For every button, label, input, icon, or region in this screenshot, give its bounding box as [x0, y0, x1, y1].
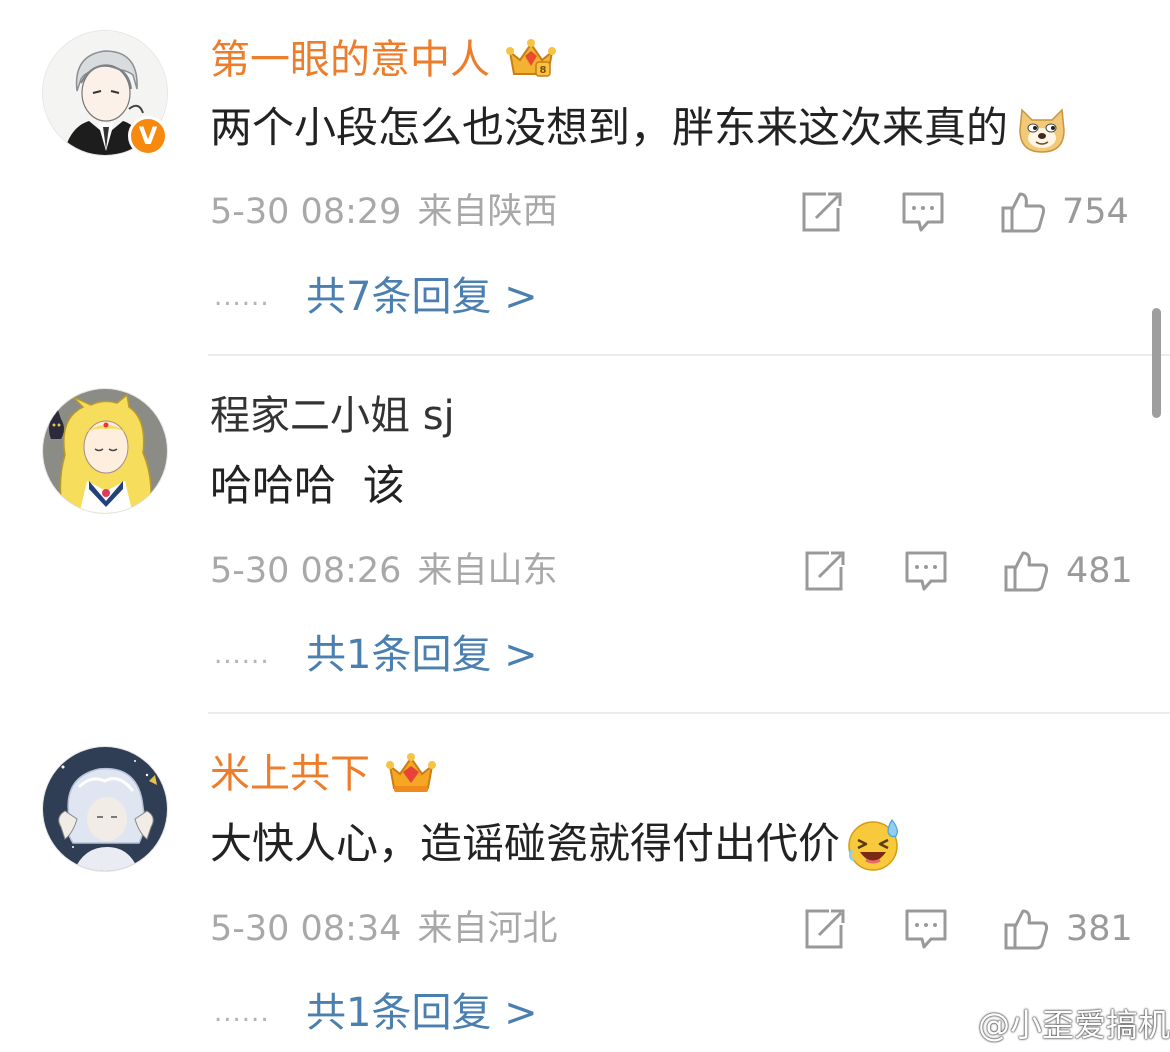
comment-icon[interactable]	[903, 549, 949, 593]
crown-badge-icon	[384, 752, 438, 796]
comment-actions: 381	[790, 905, 1135, 953]
comment-meta: 5-30 08:26 来自山东	[210, 547, 557, 595]
share-icon[interactable]	[798, 190, 844, 234]
share-icon[interactable]	[801, 549, 847, 593]
like-icon[interactable]	[1000, 190, 1046, 234]
comment-item: 程家二小姐 sj 哈哈哈 该 5-30 08:26 来自山东 481 .....…	[0, 358, 1170, 714]
username[interactable]: 程家二小姐 sj	[210, 390, 455, 442]
comment-text: 哈哈哈 该	[210, 456, 405, 516]
comment-text-content: 两个小段怎么也没想到，胖东来这次来真的	[210, 103, 1009, 152]
comment-icon[interactable]	[903, 907, 949, 951]
username-row: 米上共下	[210, 748, 438, 800]
avatar[interactable]	[42, 746, 168, 872]
comment-item: V 第一眼的意中人 8 两个小段怎么也没想到，胖东来这次来真的 5-30 08:…	[0, 0, 1170, 356]
comment-location: 来自山东	[417, 551, 558, 591]
comment-icon[interactable]	[900, 190, 946, 234]
like-count: 754	[1062, 192, 1129, 232]
divider	[208, 712, 1170, 714]
laughing-sweat-emoji-icon	[846, 816, 902, 872]
replies-row: ...... 共7条回复 >	[214, 272, 538, 322]
comment-date: 5-30 08:29	[210, 192, 402, 232]
comment-text: 大快人心，造谣碰瓷就得付出代价	[210, 814, 902, 874]
comment-text-content: 哈哈哈 该	[210, 461, 405, 510]
comment-meta: 5-30 08:29 来自陕西	[210, 188, 557, 236]
comment-meta: 5-30 08:34 来自河北	[210, 905, 557, 953]
crown-badge-icon: 8	[504, 38, 558, 82]
username[interactable]: 米上共下	[210, 748, 370, 800]
replies-row: ...... 共1条回复 >	[214, 630, 538, 680]
comment-location: 来自陕西	[417, 192, 558, 232]
share-icon[interactable]	[801, 907, 847, 951]
comment-date: 5-30 08:26	[210, 551, 402, 591]
view-replies-link[interactable]: 共7条回复 >	[306, 272, 538, 322]
like-icon[interactable]	[1003, 907, 1049, 951]
reply-dots: ......	[214, 282, 270, 312]
doge-emoji-icon	[1014, 100, 1070, 156]
weibo-watermark: @小歪爱搞机	[930, 1000, 1170, 1046]
svg-text:8: 8	[540, 65, 547, 76]
avatar[interactable]	[42, 388, 168, 514]
comment-text: 两个小段怎么也没想到，胖东来这次来真的	[210, 98, 1070, 158]
weibo-logo-icon	[932, 1007, 972, 1041]
comment-list-page: V 第一眼的意中人 8 两个小段怎么也没想到，胖东来这次来真的 5-30 08:…	[0, 0, 1170, 1052]
scrollbar[interactable]	[1152, 308, 1161, 418]
username[interactable]: 第一眼的意中人	[210, 34, 490, 86]
comment-text-content: 大快人心，造谣碰瓷就得付出代价	[210, 819, 841, 868]
replies-row: ...... 共1条回复 >	[214, 988, 538, 1038]
comment-actions: 754	[790, 188, 1135, 236]
username-row: 程家二小姐 sj	[210, 390, 455, 442]
comment-actions: 481	[790, 547, 1135, 595]
comment-date: 5-30 08:34	[210, 909, 402, 949]
like-count: 481	[1066, 551, 1133, 591]
watermark-text: @小歪爱搞机	[978, 1006, 1170, 1044]
view-replies-link[interactable]: 共1条回复 >	[306, 988, 538, 1038]
like-count: 381	[1066, 909, 1133, 949]
avatar-image	[42, 388, 168, 514]
view-replies-link[interactable]: 共1条回复 >	[306, 630, 538, 680]
like-icon[interactable]	[1003, 549, 1049, 593]
reply-dots: ......	[214, 998, 270, 1028]
divider	[208, 354, 1170, 356]
verified-badge-icon: V	[128, 116, 168, 156]
comment-location: 来自河北	[417, 909, 558, 949]
username-row: 第一眼的意中人 8	[210, 34, 558, 86]
reply-dots: ......	[214, 640, 270, 670]
avatar[interactable]: V	[42, 30, 168, 156]
avatar-image	[42, 746, 168, 872]
